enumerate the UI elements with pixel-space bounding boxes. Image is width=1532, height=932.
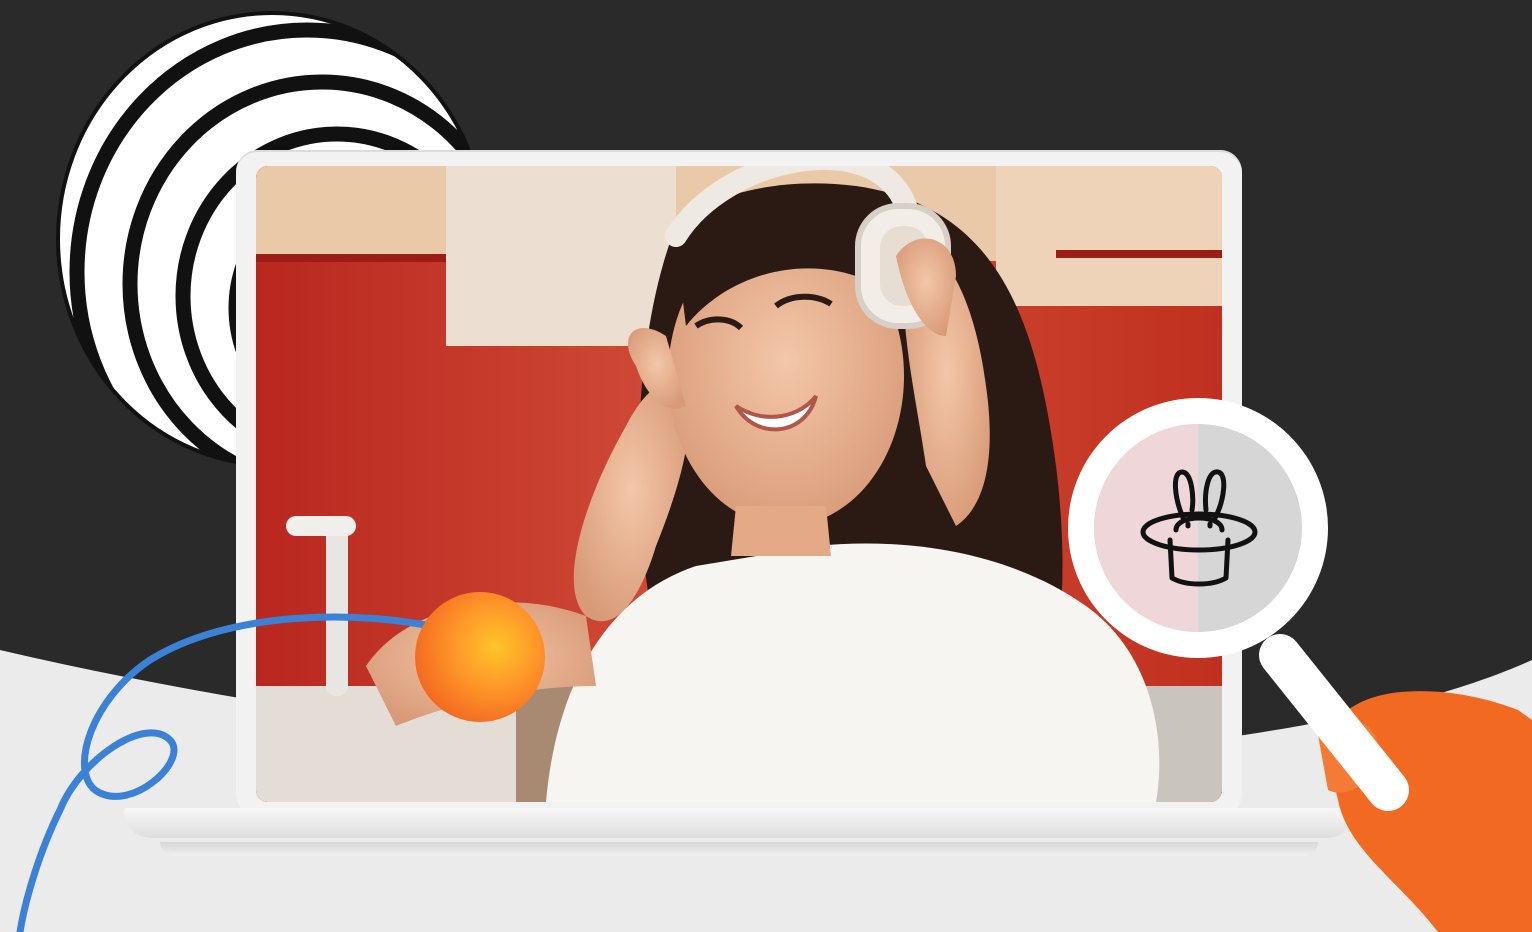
illustration-scene <box>0 0 1532 932</box>
blue-doodle-line <box>16 613 444 932</box>
orange-ball-decoration <box>415 592 545 722</box>
magnifier-icon <box>1068 398 1532 932</box>
